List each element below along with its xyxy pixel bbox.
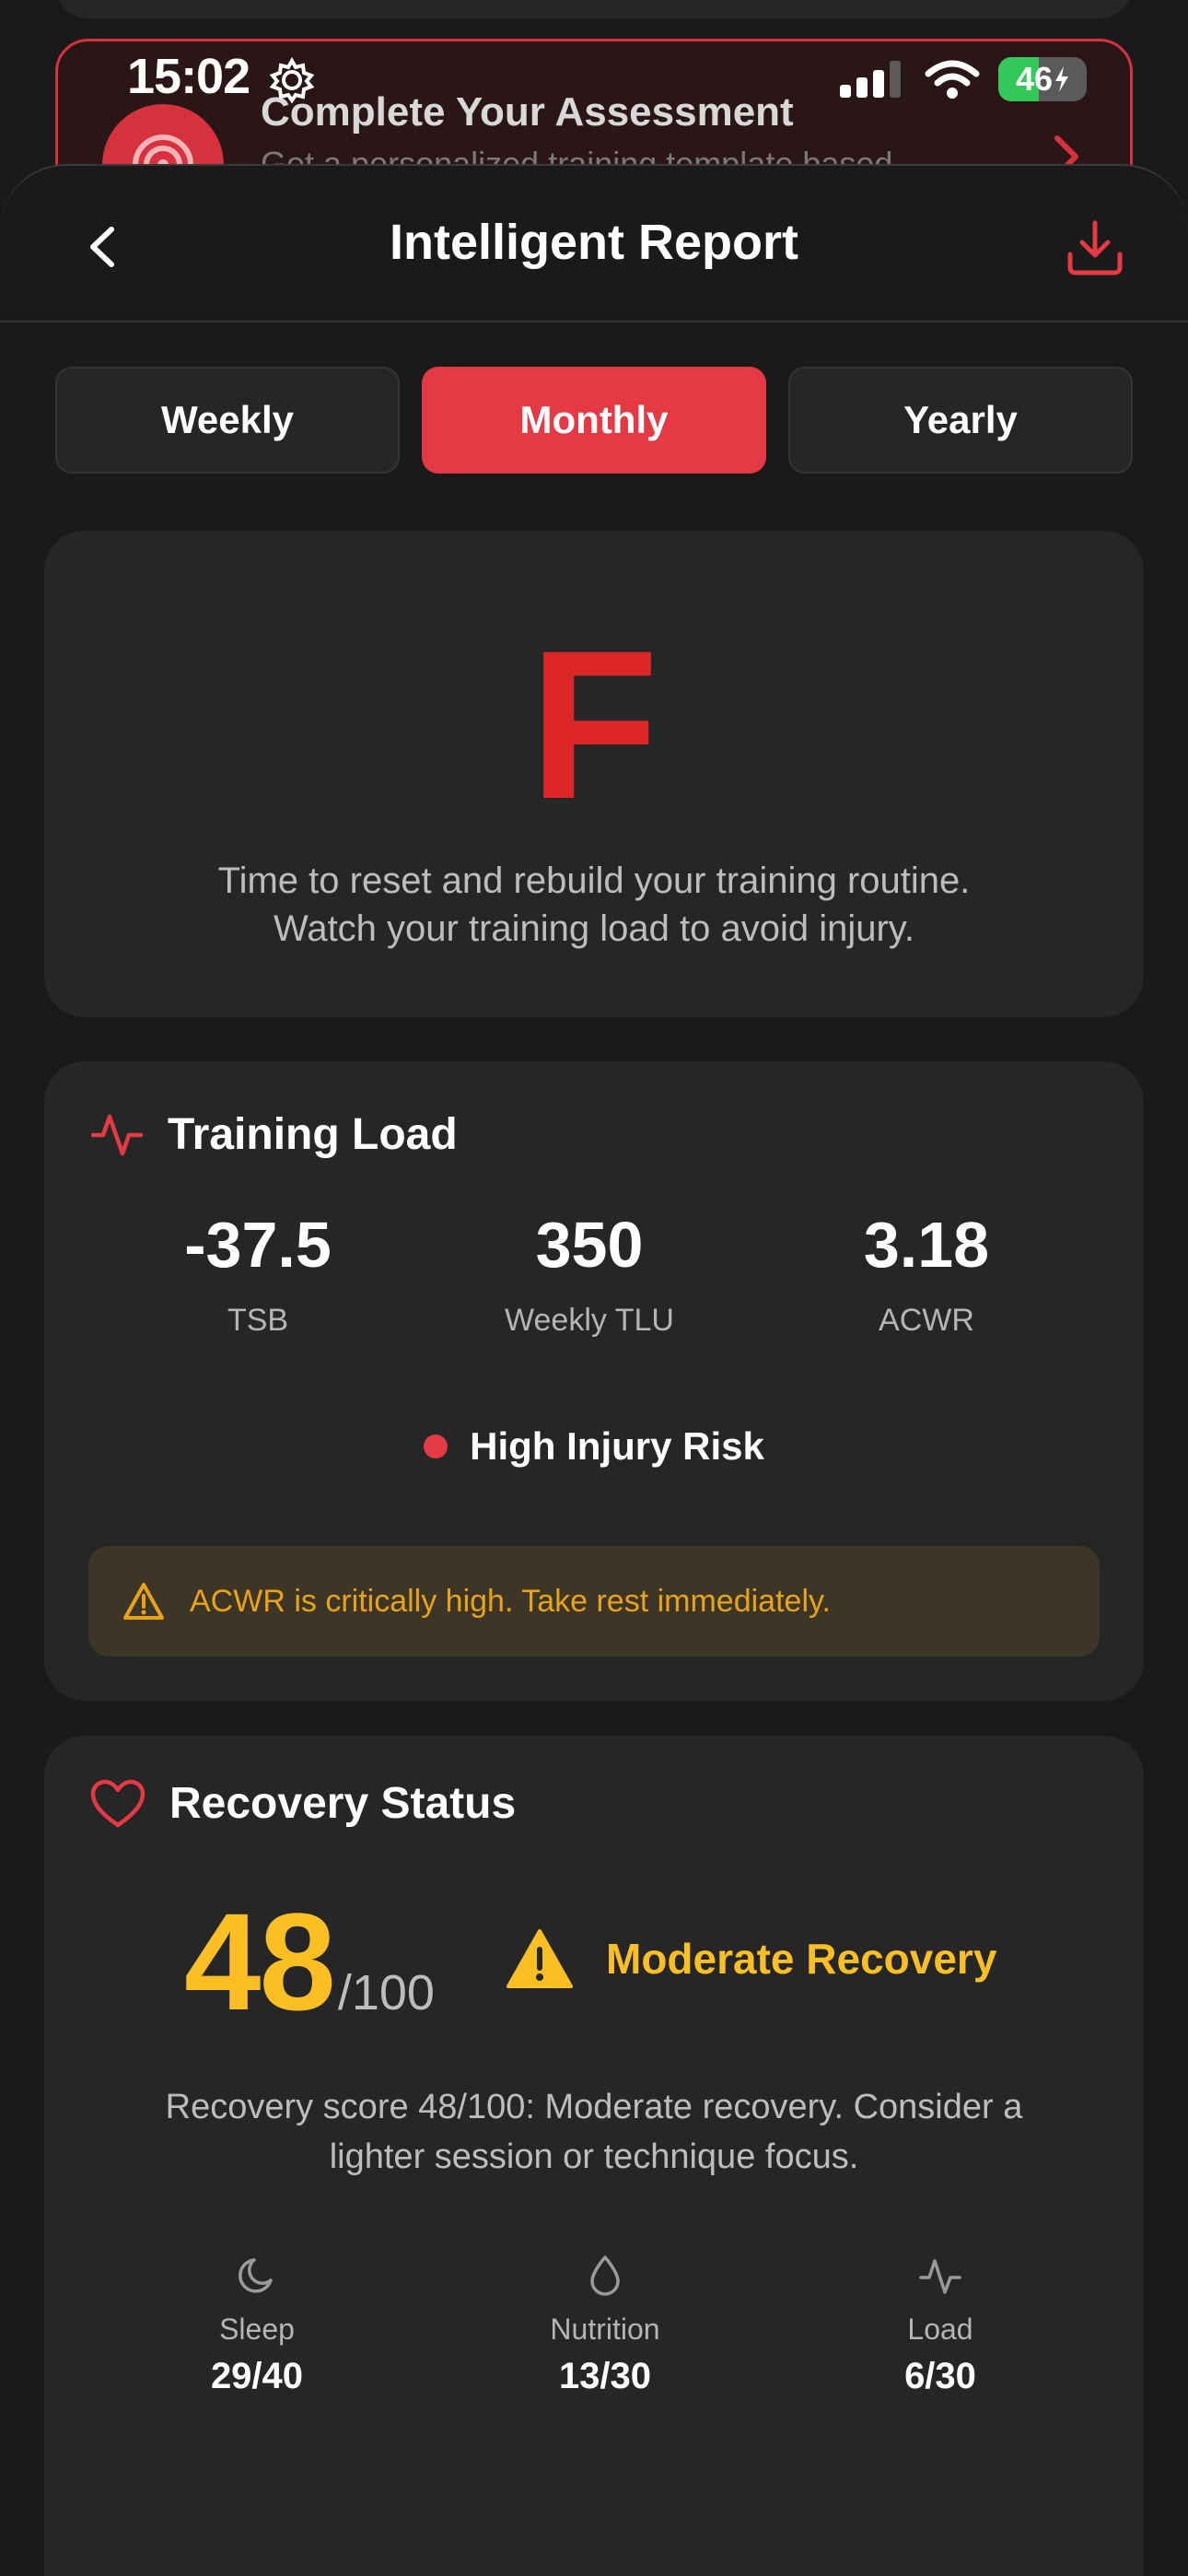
recovery-score: 48 /100	[184, 1892, 435, 2031]
metric-acwr-label: ACWR	[879, 1303, 974, 1338]
report-sheet: Intelligent Report Weekly Monthly Yearly…	[0, 164, 1188, 2576]
risk-dot	[424, 1434, 448, 1458]
metric-acwr-value: 3.18	[863, 1209, 990, 1281]
metric-weekly-tlu-value: 350	[535, 1209, 644, 1281]
download-icon	[1067, 220, 1123, 275]
status-time: 15:02	[127, 49, 250, 104]
recovery-title: Recovery Status	[169, 1779, 517, 1828]
droplet-icon	[467, 2252, 743, 2300]
pulse-icon	[90, 1114, 144, 1156]
metric-tsb-value: -37.5	[184, 1209, 332, 1281]
recovery-description-line2: lighter session or technique focus.	[329, 2137, 859, 2176]
warning-icon	[123, 1583, 164, 1620]
screen: Complete Your Assessment Get a personali…	[0, 0, 1188, 2576]
factor-load-value: 6/30	[904, 2356, 976, 2396]
charging-bolt-icon	[1055, 66, 1069, 92]
recovery-state: Moderate Recovery	[505, 1927, 996, 1990]
recovery-description-line1: Recovery score 48/100: Moderate recovery…	[165, 2088, 1023, 2126]
grade-message-line1: Time to reset and rebuild your training …	[217, 861, 971, 901]
status-bar: 15:02 46	[0, 0, 1188, 157]
metric-acwr: 3.18 ACWR	[761, 1212, 1092, 1339]
nav-bar: Intelligent Report	[0, 166, 1188, 322]
metric-tsb-label: TSB	[227, 1303, 289, 1338]
metric-weekly-tlu: 350 Weekly TLU	[424, 1212, 755, 1339]
factor-nutrition-value: 13/30	[558, 2356, 652, 2396]
alert-text: ACWR is critically high. Take rest immed…	[190, 1583, 831, 1619]
grade-card: F Time to reset and rebuild your trainin…	[44, 531, 1144, 1017]
wifi-icon	[925, 59, 980, 104]
moon-icon	[119, 2252, 395, 2300]
recovery-card: Recovery Status 48 /100 Moderate Recover…	[44, 1736, 1144, 2576]
tab-weekly[interactable]: Weekly	[55, 367, 400, 474]
tab-monthly[interactable]: Monthly	[422, 367, 766, 474]
training-load-title: Training Load	[168, 1109, 458, 1159]
heart-icon	[90, 1779, 146, 1827]
recovery-state-label: Moderate Recovery	[606, 1935, 997, 1983]
factor-nutrition-label: Nutrition	[550, 2313, 660, 2346]
acwr-alert: ACWR is critically high. Take rest immed…	[88, 1546, 1100, 1657]
warning-filled-icon	[507, 1929, 573, 1988]
recovery-score-value: 48	[184, 1884, 336, 2039]
factor-load: Load 6/30	[802, 2252, 1078, 2397]
training-load-header: Training Load	[90, 1107, 458, 1161]
battery-icon: 46	[998, 57, 1087, 101]
pulse-icon	[802, 2252, 1078, 2300]
grade-message: Time to reset and rebuild your training …	[44, 857, 1144, 953]
factor-sleep: Sleep 29/40	[119, 2252, 395, 2397]
grade-letter: F	[529, 606, 659, 843]
download-button[interactable]	[1054, 206, 1136, 289]
metric-weekly-tlu-label: Weekly TLU	[505, 1303, 674, 1338]
factor-nutrition: Nutrition 13/30	[467, 2252, 743, 2397]
recovery-description: Recovery score 48/100: Moderate recovery…	[99, 2082, 1089, 2182]
metric-tsb: -37.5 TSB	[92, 1212, 424, 1339]
factor-sleep-label: Sleep	[219, 2313, 295, 2346]
gear-icon	[269, 56, 315, 108]
factor-load-label: Load	[907, 2313, 973, 2346]
recovery-score-max: /100	[337, 1965, 435, 2020]
grade-message-line2: Watch your training load to avoid injury…	[274, 908, 914, 949]
training-load-card: Training Load -37.5 TSB 350 Weekly TLU 3…	[44, 1061, 1144, 1701]
injury-risk-indicator: High Injury Risk	[44, 1424, 1144, 1469]
factor-sleep-value: 29/40	[210, 2356, 304, 2396]
recovery-header: Recovery Status	[90, 1778, 516, 1829]
page-title: Intelligent Report	[390, 215, 798, 270]
battery-level: 46	[1015, 60, 1054, 98]
tab-yearly[interactable]: Yearly	[788, 367, 1133, 474]
risk-label: High Injury Risk	[470, 1424, 764, 1468]
signal-icon	[840, 61, 903, 102]
